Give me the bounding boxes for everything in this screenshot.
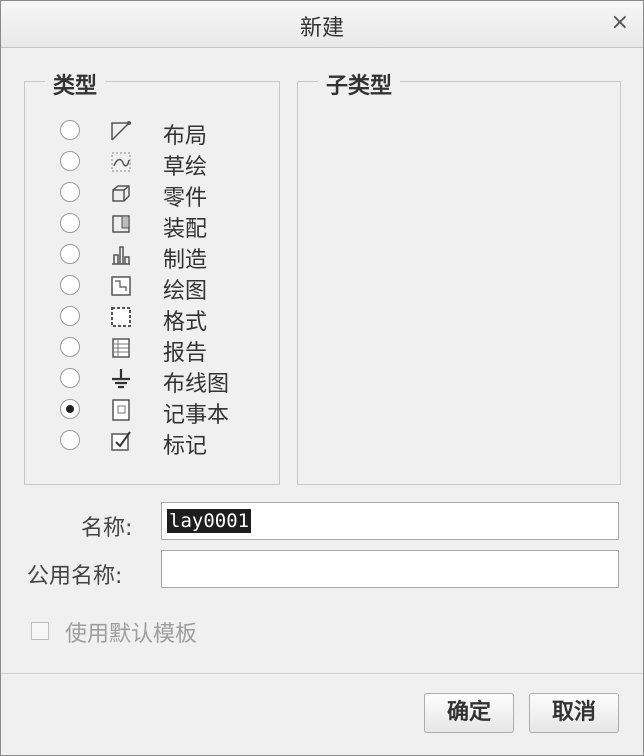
type-group: 类型 布局 草绘 零件 装配 制造 绘图 格式 报告 布线图 记事本 标记 xyxy=(24,68,280,485)
cancel-button[interactable]: 取消 xyxy=(529,693,619,733)
type-radio-drawing[interactable] xyxy=(60,275,80,295)
type-label-report: 报告 xyxy=(163,341,208,366)
type-label-part: 零件 xyxy=(163,186,208,211)
manufacturing-icon xyxy=(109,243,133,267)
type-radio-report[interactable] xyxy=(60,337,80,357)
format-icon xyxy=(109,305,133,329)
subtype-group: 子类型 xyxy=(297,68,621,485)
name-input-value: lay0001 xyxy=(167,509,252,533)
type-radio-manufacturing[interactable] xyxy=(60,244,80,264)
dialog-title: 新建 xyxy=(299,16,344,41)
assembly-icon xyxy=(109,212,133,236)
type-radio-format[interactable] xyxy=(60,306,80,326)
ok-button[interactable]: 确定 xyxy=(424,693,514,733)
type-label-diagram: 布线图 xyxy=(163,372,230,397)
type-label-drawing: 绘图 xyxy=(163,279,208,304)
type-option-format[interactable]: 格式 xyxy=(25,303,265,335)
report-icon xyxy=(109,336,133,360)
type-option-layout[interactable]: 布局 xyxy=(25,117,265,149)
type-option-assembly[interactable]: 装配 xyxy=(25,210,265,242)
type-label-sketch: 草绘 xyxy=(163,155,208,180)
type-radio-assembly[interactable] xyxy=(60,213,80,233)
type-group-legend: 类型 xyxy=(45,68,106,100)
type-option-notebook[interactable]: 记事本 xyxy=(25,396,265,428)
layout-icon xyxy=(109,119,133,143)
footer-divider xyxy=(1,673,643,674)
new-file-dialog: 新建 × 类型 布局 草绘 零件 装配 制造 绘图 格式 报告 布线图 记事本 … xyxy=(0,0,644,756)
type-radio-layout[interactable] xyxy=(60,120,80,140)
type-radio-part[interactable] xyxy=(60,182,80,202)
type-option-part[interactable]: 零件 xyxy=(25,179,265,211)
title-bar: 新建 × xyxy=(1,1,643,48)
subtype-group-legend: 子类型 xyxy=(318,68,401,100)
type-option-manufacturing[interactable]: 制造 xyxy=(25,241,265,273)
type-option-sketch[interactable]: 草绘 xyxy=(25,148,265,180)
drawing-icon xyxy=(109,274,133,298)
type-option-diagram[interactable]: 布线图 xyxy=(25,365,265,397)
name-input[interactable]: lay0001 xyxy=(161,502,619,540)
common-name-input[interactable] xyxy=(161,550,619,588)
type-label-manufacturing: 制造 xyxy=(163,248,208,273)
type-option-markup[interactable]: 标记 xyxy=(25,427,265,459)
markup-icon xyxy=(109,429,133,453)
default-template-label: 使用默认模板 xyxy=(65,622,198,647)
sketch-icon xyxy=(109,150,133,174)
type-radio-notebook[interactable] xyxy=(60,399,80,419)
type-radio-diagram[interactable] xyxy=(60,368,80,388)
type-label-markup: 标记 xyxy=(163,434,208,459)
part-icon xyxy=(109,181,133,205)
type-label-layout: 布局 xyxy=(163,124,208,149)
diagram-icon xyxy=(109,367,133,391)
type-option-report[interactable]: 报告 xyxy=(25,334,265,366)
type-radio-sketch[interactable] xyxy=(60,151,80,171)
close-icon[interactable]: × xyxy=(611,10,629,35)
type-option-drawing[interactable]: 绘图 xyxy=(25,272,265,304)
default-template-checkbox[interactable] xyxy=(31,622,49,640)
notebook-icon xyxy=(109,398,133,422)
type-label-notebook: 记事本 xyxy=(163,403,230,428)
type-label-format: 格式 xyxy=(163,310,208,335)
type-radio-markup[interactable] xyxy=(60,430,80,450)
name-label: 名称: xyxy=(81,516,133,541)
common-name-label: 公用名称: xyxy=(27,564,123,589)
type-label-assembly: 装配 xyxy=(163,217,208,242)
